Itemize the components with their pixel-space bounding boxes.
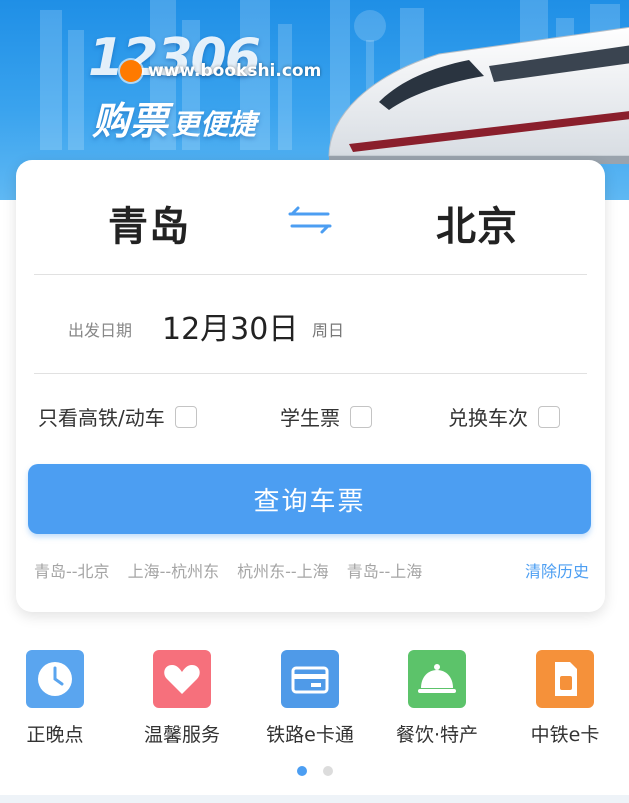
date-selector[interactable]: 出发日期 12月30日 周日 (16, 274, 605, 373)
heart-icon (153, 650, 211, 708)
option-student-ticket[interactable]: 学生票 (280, 402, 372, 431)
departure-weekday: 周日 (312, 321, 345, 340)
service-care[interactable]: 温馨服务 (127, 650, 237, 747)
page-dot-active[interactable] (296, 766, 307, 776)
service-grid: 正晚点 温馨服务 铁路e卡通 餐饮·特产 中铁e卡 (0, 650, 629, 760)
ticket-search-card: 青岛 北京 出发日期 12月30日 周日 只看高铁/动车 学生票 兑换车次 查询… (16, 160, 605, 612)
service-food-specialties[interactable]: 餐饮·特产 (382, 650, 492, 747)
search-tickets-button[interactable]: 查询车票 (28, 464, 591, 534)
service-railway-ecard[interactable]: 铁路e卡通 (255, 650, 365, 747)
food-bell-icon (408, 650, 466, 708)
search-history: 青岛--北京 上海--杭州东 杭州东--上海 青岛--上海 (34, 558, 440, 582)
page-indicator (0, 766, 629, 776)
service-label: 餐饮·特产 (395, 724, 479, 746)
exchange-train-checkbox[interactable] (538, 405, 560, 428)
clock-icon (26, 650, 84, 708)
service-label: 中铁e卡 (530, 724, 600, 746)
history-item[interactable]: 上海--杭州东 (128, 558, 220, 582)
service-label: 温馨服务 (143, 724, 220, 746)
banner-slogan-main: 购票 (92, 99, 169, 143)
watermark-text: www.bookshi.com (148, 61, 322, 81)
route-selector: 青岛 北京 (16, 160, 605, 274)
departure-city[interactable]: 青岛 (108, 194, 190, 252)
divider (34, 373, 587, 374)
option-label: 兑换车次 (448, 406, 528, 430)
service-china-rail-ecard[interactable]: 中铁e卡 (510, 650, 620, 747)
bullet-train-graphic (328, 26, 629, 164)
option-label: 学生票 (280, 406, 340, 430)
banner-slogan: 购票 更便捷 (92, 90, 256, 145)
history-item[interactable]: 青岛--北京 (34, 558, 110, 582)
watermark-logo-icon (120, 60, 142, 82)
option-exchange-train[interactable]: 兑换车次 (448, 402, 560, 431)
page-dot[interactable] (322, 766, 333, 776)
high-speed-only-checkbox[interactable] (174, 405, 197, 428)
clear-history-link[interactable]: 清除历史 (525, 558, 589, 582)
bottom-strip (0, 795, 629, 803)
student-ticket-checkbox[interactable] (350, 405, 372, 428)
watermark: www.bookshi.com (120, 60, 321, 82)
option-high-speed-only[interactable]: 只看高铁/动车 (38, 402, 197, 431)
departure-date[interactable]: 12月30日 (162, 304, 298, 348)
service-label: 正晚点 (26, 724, 84, 746)
arrival-city[interactable]: 北京 (436, 194, 518, 252)
history-item[interactable]: 杭州东--上海 (237, 558, 329, 582)
banner-slogan-small: 更便捷 (172, 108, 257, 141)
swap-stations-icon[interactable] (284, 200, 336, 240)
history-item[interactable]: 青岛--上海 (347, 558, 423, 582)
card-icon (281, 650, 339, 708)
service-label: 铁路e卡通 (266, 724, 354, 746)
sim-card-icon (536, 650, 594, 708)
option-label: 只看高铁/动车 (38, 406, 165, 430)
service-on-time-status[interactable]: 正晚点 (0, 650, 110, 747)
date-label: 出发日期 (68, 321, 133, 340)
